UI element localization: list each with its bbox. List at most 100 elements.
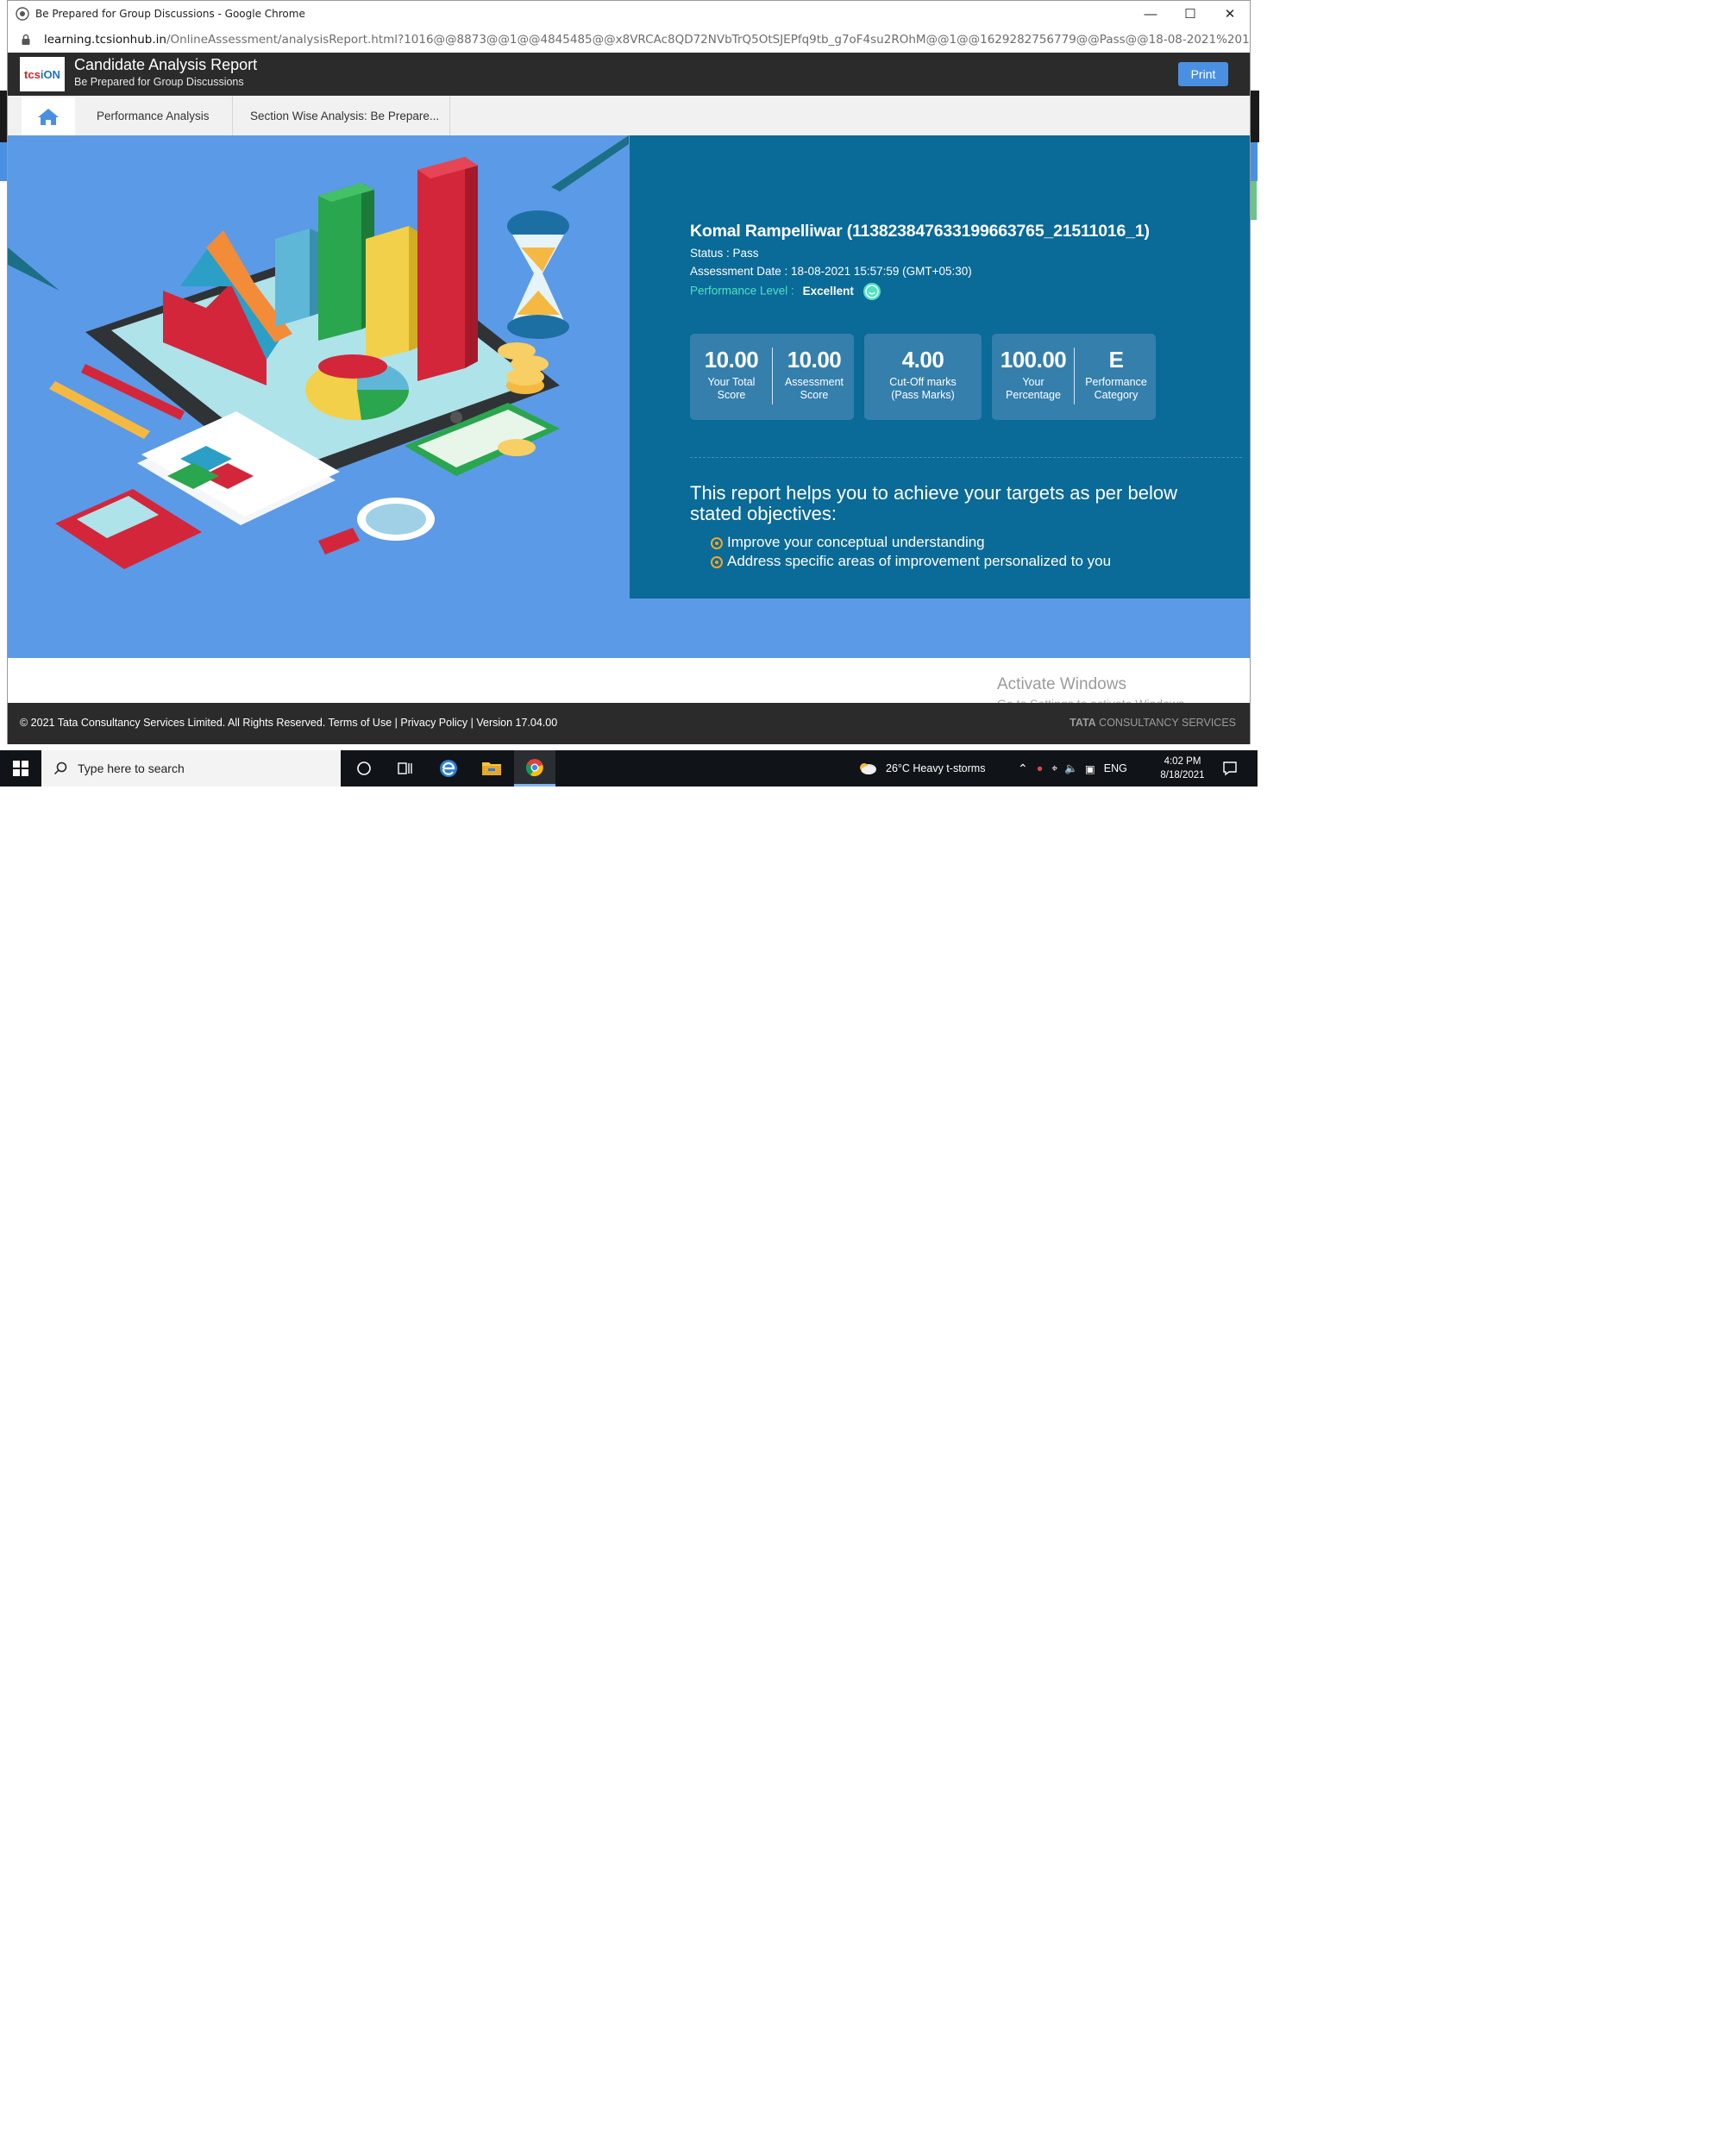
window-controls: — ☐ ✕	[1131, 1, 1250, 27]
activate-windows-watermark: Activate Windows	[997, 675, 1126, 693]
maximize-icon[interactable]: ☐	[1170, 1, 1210, 27]
percentage-value: 100.00	[1000, 347, 1067, 373]
report-subtitle: Be Prepared for Group Discussions	[74, 76, 244, 88]
start-button[interactable]	[0, 750, 41, 787]
percentage-card-group: 100.00 Your Percentage E Performance Categ…	[992, 334, 1156, 420]
clock-date: 8/18/2021	[1160, 770, 1205, 780]
status-text: Status : Pass	[690, 247, 759, 260]
divider	[690, 457, 1242, 458]
tab-home[interactable]	[22, 97, 75, 135]
clock-time: 4:02 PM	[1164, 756, 1201, 767]
edge-browser-icon[interactable]	[428, 750, 469, 787]
assessment-date: Assessment Date : 18-08-2021 15:57:59 (G…	[690, 265, 972, 278]
objective-item: Improve your conceptual understanding	[727, 534, 985, 550]
notifications-icon[interactable]	[1213, 750, 1247, 787]
bullet-icon	[711, 537, 723, 549]
label-line: Score	[800, 389, 829, 401]
url-host: learning.tcsionhub.in	[43, 33, 166, 47]
tab-section-wise-analysis[interactable]: Section Wise Analysis: Be Prepare...	[250, 96, 439, 135]
cortana-icon[interactable]	[343, 750, 385, 787]
weather-icon	[860, 763, 876, 774]
taskbar-clock[interactable]: 4:02 PM 8/18/2021	[1156, 755, 1209, 782]
brand-rest: CONSULTANCY SERVICES	[1095, 717, 1236, 729]
assessment-score: 10.00 Assessment Score	[773, 334, 856, 420]
bullet-icon	[711, 556, 723, 568]
total-score: 10.00 Your Total Score	[690, 334, 773, 420]
percentage: 100.00 Your Percentage	[992, 334, 1075, 420]
background-edge	[1251, 142, 1258, 181]
address-bar[interactable]: learning.tcsionhub.in/OnlineAssessment/a…	[7, 27, 1251, 53]
objective-item: Address specific areas of improvement pe…	[727, 553, 1112, 569]
background-edge	[0, 142, 7, 181]
cutoff-card: 4.00 Cut-Off marks (Pass Marks)	[864, 334, 982, 420]
display-icon[interactable]: ▣	[1085, 762, 1095, 775]
performance-category-value: E	[1108, 347, 1124, 373]
background-edge	[0, 91, 7, 142]
close-icon[interactable]: ✕	[1210, 1, 1250, 27]
assessment-score-label: Assessment Score	[773, 376, 856, 402]
print-button[interactable]: Print	[1178, 62, 1228, 86]
report-title: Candidate Analysis Report	[74, 56, 258, 73]
label-line: Performance	[1085, 376, 1147, 388]
home-icon	[38, 109, 59, 125]
label-line: (Pass Marks)	[891, 389, 955, 401]
total-score-value: 10.00	[704, 347, 759, 373]
search-placeholder: Type here to search	[78, 761, 185, 775]
minimize-icon[interactable]: —	[1131, 1, 1170, 27]
lock-icon	[22, 34, 30, 45]
system-tray: ⌃ ● ⌖ 🔈 ▣ ENG	[1018, 750, 1127, 787]
site-favicon-icon	[16, 7, 29, 21]
label-line: Score	[717, 389, 746, 401]
url-path: /OnlineAssessment/analysisReport.html?10…	[166, 33, 1250, 47]
window-title: Be Prepared for Group Discussions - Goog…	[35, 8, 305, 20]
score-card-group: 10.00 Your Total Score 10.00 Assessment Sc…	[690, 334, 854, 420]
brand-bold: TATA	[1070, 717, 1096, 729]
tcs-brand: TATA CONSULTANCY SERVICES	[1070, 717, 1236, 729]
cutoff-marks: 4.00 Cut-Off marks (Pass Marks)	[864, 334, 982, 420]
tcs-ion-logo: tcs iON	[20, 57, 65, 91]
chevron-up-icon[interactable]: ⌃	[1018, 761, 1028, 776]
report-tabs: Performance Analysis Section Wise Analys…	[7, 96, 1251, 135]
tab-divider	[232, 96, 233, 135]
network-alert-icon[interactable]: ●	[1037, 762, 1044, 774]
background-edge	[1251, 91, 1259, 142]
screen: Be Prepared for Group Discussions - Goog…	[0, 0, 1725, 2156]
url-text[interactable]: learning.tcsionhub.in/OnlineAssessment/a…	[44, 33, 1250, 47]
tab-divider	[449, 96, 450, 135]
smiley-icon	[862, 283, 881, 300]
wifi-icon[interactable]: ⌖	[1051, 762, 1057, 775]
label-line: Your Total	[707, 376, 756, 388]
search-icon	[53, 761, 67, 775]
file-explorer-icon[interactable]	[471, 750, 512, 787]
label-line: Category	[1094, 389, 1138, 401]
language-indicator[interactable]: ENG	[1104, 762, 1127, 774]
chrome-taskbar-icon[interactable]	[514, 750, 555, 787]
browser-titlebar: Be Prepared for Group Discussions - Goog…	[7, 0, 1251, 27]
logo-text-2: iON	[40, 67, 60, 81]
assessment-score-value: 10.00	[787, 347, 842, 373]
label-line: Cut-Off marks	[889, 376, 957, 388]
label-line: Your	[1022, 376, 1044, 388]
volume-icon[interactable]: 🔈	[1064, 762, 1078, 775]
windows-logo-icon	[13, 761, 28, 776]
weather-widget[interactable]: 26°C Heavy t-storms	[858, 750, 985, 787]
logo-text-1: tcs	[24, 67, 41, 81]
page-footer: © 2021 Tata Consultancy Services Limited…	[7, 703, 1251, 744]
performance-level-value: Excellent	[802, 284, 854, 298]
performance-level: Performance Level : Excellent	[690, 282, 881, 301]
weather-text: 26°C Heavy t-storms	[886, 762, 986, 774]
candidate-summary-panel: Komal Rampelliwar (113823847633199663765…	[630, 135, 1250, 599]
performance-category-label: Performance Category	[1075, 376, 1157, 402]
tab-performance-analysis[interactable]: Performance Analysis	[97, 96, 210, 135]
windows-taskbar: Type here to search 26°C Heavy t-storms …	[0, 750, 1258, 787]
analytics-illustration	[8, 135, 629, 569]
taskbar-search[interactable]: Type here to search	[41, 750, 341, 787]
cutoff-label: Cut-Off marks (Pass Marks)	[864, 376, 982, 402]
total-score-label: Your Total Score	[690, 376, 773, 402]
candidate-name: Komal Rampelliwar (113823847633199663765…	[690, 222, 1150, 241]
task-view-icon[interactable]	[385, 750, 426, 787]
background-edge	[1251, 181, 1257, 220]
objectives-title: This report helps you to achieve your ta…	[690, 482, 1177, 524]
report-hero: Komal Rampelliwar (113823847633199663765…	[7, 135, 1251, 658]
label-line: Percentage	[1006, 389, 1061, 401]
